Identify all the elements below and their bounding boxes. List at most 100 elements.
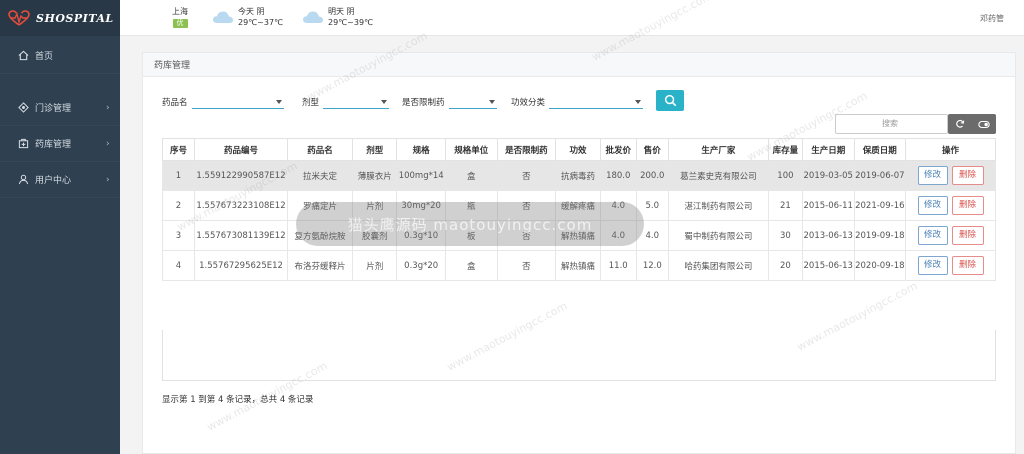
cell-price: 200.0 (635, 160, 669, 191)
filter-label: 是否限制药 (402, 98, 445, 108)
brand-name: SHOSPITAL (36, 11, 114, 25)
restricted-select[interactable] (448, 97, 497, 109)
today-temp: 29℃~37℃ (238, 18, 284, 27)
column-header[interactable]: 序号 (162, 138, 195, 161)
delete-button[interactable]: 删除 (951, 196, 984, 215)
column-header[interactable]: 库存量 (767, 138, 803, 161)
filter-label: 功效分类 (511, 98, 546, 108)
cell-spec: 0.3g*20 (396, 250, 446, 281)
air-quality-badge: 优 (172, 19, 188, 28)
column-header[interactable]: 药品编号 (193, 138, 289, 161)
cell-spec: 100mg*14 (396, 160, 446, 191)
brand[interactable]: SHOSPITAL (0, 0, 120, 36)
cell-stock: 100 (767, 160, 803, 191)
filter-label: 剂型 (302, 98, 320, 108)
heartbeat-logo-icon (8, 10, 30, 26)
content-card: 药库管理 药品名 剂型 是否限制药 功效分类 搜索 序号 药品编号 药品名 剂型… (142, 52, 1016, 454)
dropdown-arrow-icon (275, 100, 282, 104)
column-header[interactable]: 剂型 (352, 138, 398, 161)
column-header[interactable]: 批发价 (599, 138, 637, 161)
cell-price: 12.0 (635, 250, 669, 281)
cell-index: 3 (162, 220, 195, 251)
pharmacy-icon (18, 138, 29, 149)
filter-dosage[interactable]: 剂型 (302, 93, 390, 109)
filter-drug-name[interactable]: 药品名 (162, 93, 284, 109)
user-icon (18, 174, 29, 185)
cell-actions: 修改 删除 (905, 250, 996, 281)
sidebar-item-home[interactable]: 首页 (0, 38, 120, 74)
cell-drug-code: 1.55767295625E12 (193, 250, 289, 281)
cell-wholesale-price: 180.0 (599, 160, 637, 191)
sidebar-item-label: 用户中心 (35, 176, 72, 186)
sidebar-item-clinic[interactable]: 门诊管理 › (0, 90, 120, 126)
cell-wholesale-price: 11.0 (599, 250, 637, 281)
cell-index: 2 (162, 190, 195, 221)
card-title: 药库管理 (143, 53, 1015, 77)
filter-bar: 药品名 剂型 是否限制药 功效分类 (162, 93, 702, 109)
column-header[interactable]: 生产日期 (801, 138, 855, 161)
sidebar-item-label: 首页 (35, 52, 54, 62)
cell-drug-name: 拉米夫定 (287, 160, 354, 191)
cell-unit: 盒 (444, 250, 498, 281)
weather-today: 今天 阴 29℃~37℃ (212, 6, 283, 28)
edit-button[interactable]: 修改 (917, 256, 948, 275)
cell-unit: 盒 (444, 160, 498, 191)
delete-button[interactable]: 删除 (951, 166, 984, 185)
cloud-icon (213, 11, 233, 23)
cell-actions: 修改 删除 (905, 190, 996, 221)
cell-production-date: 2013-06-13 (801, 220, 855, 251)
cell-manufacturer: 哈药集团有限公司 (667, 250, 769, 281)
delete-button[interactable]: 删除 (951, 256, 984, 275)
dosage-select[interactable] (323, 97, 390, 109)
toggle-view-button[interactable] (972, 114, 996, 134)
top-bar: 上海 优 今天 阴 29℃~37℃ 明天 阴 29℃~39℃ 邓药管 (120, 0, 1024, 36)
table-row[interactable]: 1 1.559122990587E12 拉米夫定 薄膜衣片 100mg*14 盒… (162, 160, 996, 191)
edit-button[interactable]: 修改 (917, 226, 948, 245)
cell-drug-code: 1.557673223108E12 (193, 190, 289, 221)
column-header[interactable]: 生产厂家 (667, 138, 769, 161)
column-header[interactable]: 规格单位 (444, 138, 498, 161)
tomorrow-label: 明天 阴 (328, 7, 355, 16)
pagination-summary: 显示第 1 到第 4 条记录，总共 4 条记录 (162, 395, 314, 405)
cell-drug-code: 1.557673081139E12 (193, 220, 289, 251)
table-row[interactable]: 4 1.55767295625E12 布洛芬缓释片 片剂 0.3g*20 盒 否… (162, 250, 996, 281)
chevron-right-icon: › (106, 102, 110, 113)
edit-button[interactable]: 修改 (917, 166, 948, 185)
column-header[interactable]: 售价 (635, 138, 669, 161)
cell-expiry-date: 2020-09-18 (853, 250, 907, 281)
cell-stock: 21 (767, 190, 803, 221)
column-header[interactable]: 规格 (396, 138, 446, 161)
refresh-icon (956, 119, 965, 128)
refresh-button[interactable] (948, 114, 972, 134)
drug-name-select[interactable] (191, 97, 284, 109)
table-header-row: 序号 药品编号 药品名 剂型 规格 规格单位 是否限制药 功效 批发价 售价 生… (162, 138, 996, 161)
sidebar: SHOSPITAL 首页 门诊管理 › 药库管理 › 用户中心 › (0, 0, 120, 454)
edit-button[interactable]: 修改 (917, 196, 948, 215)
dropdown-arrow-icon (381, 100, 388, 104)
sidebar-item-user-center[interactable]: 用户中心 › (0, 162, 120, 198)
filter-restricted[interactable]: 是否限制药 (402, 93, 497, 109)
column-header: 操作 (905, 138, 996, 161)
cell-manufacturer: 蜀中制药有限公司 (667, 220, 769, 251)
delete-button[interactable]: 删除 (951, 226, 984, 245)
today-label: 今天 阴 (238, 7, 265, 16)
cell-index: 4 (162, 250, 195, 281)
cell-actions: 修改 删除 (905, 160, 996, 191)
chevron-right-icon: › (106, 174, 110, 185)
sidebar-item-pharmacy[interactable]: 药库管理 › (0, 126, 120, 162)
table-search-input[interactable]: 搜索 (835, 114, 948, 134)
column-header[interactable]: 药品名 (287, 138, 354, 161)
cell-restricted: 否 (496, 160, 557, 191)
user-name[interactable]: 邓药管 (980, 13, 1004, 24)
cell-dosage: 薄膜衣片 (352, 160, 398, 191)
cloud-icon (303, 11, 323, 23)
column-header[interactable]: 功效 (555, 138, 601, 161)
search-button[interactable] (656, 90, 684, 111)
cell-stock: 20 (767, 250, 803, 281)
dropdown-arrow-icon (635, 100, 642, 104)
efficacy-select[interactable] (549, 97, 644, 109)
clinic-icon (18, 102, 29, 113)
filter-efficacy[interactable]: 功效分类 (511, 93, 644, 109)
column-header[interactable]: 是否限制药 (496, 138, 557, 161)
column-header[interactable]: 保质日期 (853, 138, 907, 161)
